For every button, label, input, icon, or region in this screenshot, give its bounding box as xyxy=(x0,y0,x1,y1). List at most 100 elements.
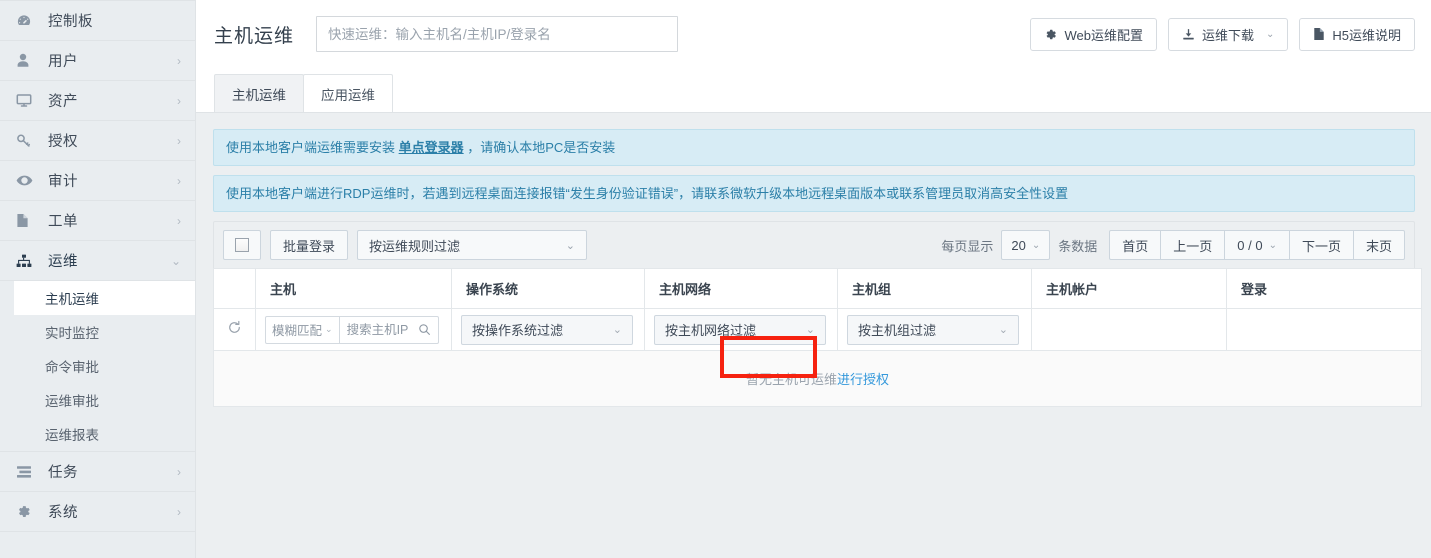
alert-sso-installer: 使用本地客户端运维需要安装 单点登录器 ，请确认本地PC是否安装 xyxy=(213,129,1415,166)
first-page-button[interactable]: 首页 xyxy=(1109,230,1162,260)
sso-installer-link[interactable]: 单点登录器 xyxy=(399,140,464,155)
network-filter-cell: 按主机网络过滤 ⌄ xyxy=(644,308,838,351)
eye-icon xyxy=(16,174,38,187)
sidebar-item-label: 任务 xyxy=(48,465,78,481)
sidebar-item-label: 工单 xyxy=(48,214,78,230)
chevron-down-icon: ⌄ xyxy=(612,324,622,336)
next-page-button[interactable]: 下一页 xyxy=(1288,230,1354,260)
tasks-icon xyxy=(16,465,38,479)
document-icon xyxy=(16,213,38,228)
match-mode-select[interactable]: 模糊匹配 ⌄ xyxy=(266,316,340,343)
dashboard-icon xyxy=(16,13,38,29)
button-label: 末页 xyxy=(1365,238,1392,254)
column-header-account: 主机帐户 xyxy=(1031,268,1227,309)
sidebar-subitem-ops-report[interactable]: 运维报表 xyxy=(0,417,195,451)
sidebar-submenu-operations: 主机运维 实时监控 命令审批 运维审批 运维报表 xyxy=(0,281,195,452)
tab-app-ops[interactable]: 应用运维 xyxy=(303,74,393,112)
page-size-select[interactable]: 20 ⌄ xyxy=(1001,230,1051,260)
chevron-right-icon: › xyxy=(177,504,181,519)
chevron-right-icon: › xyxy=(177,464,181,479)
empty-state-text: 暂无主机可运维 xyxy=(745,372,837,387)
chevron-right-icon: › xyxy=(177,133,181,148)
sitemap-icon xyxy=(16,254,38,268)
select-all-checkbox[interactable] xyxy=(223,230,261,260)
sidebar-subitem-host-ops[interactable]: 主机运维 xyxy=(14,281,195,315)
ops-download-button[interactable]: 运维下载 ⌄ xyxy=(1167,17,1289,51)
group-filter-select[interactable]: 按主机组过滤 ⌄ xyxy=(847,314,1019,345)
chevron-right-icon: › xyxy=(177,93,181,108)
checkbox-square-icon xyxy=(235,238,249,252)
ops-rule-filter-select[interactable]: 按运维规则过滤 ⌄ xyxy=(357,230,588,260)
tab-label: 应用运维 xyxy=(321,87,375,103)
button-label: H5运维说明 xyxy=(1332,27,1401,43)
sidebar-item-label: 授权 xyxy=(48,134,78,150)
pager-button-group: 首页 上一页 0 / 0 ⌄ 下一页 末页 xyxy=(1109,230,1405,260)
file-icon xyxy=(1313,27,1325,41)
chevron-down-icon: ⌄ xyxy=(170,253,181,268)
page-title: 主机运维 xyxy=(214,25,295,47)
button-label: 批量登录 xyxy=(283,238,336,254)
sidebar: 控制板 用户 › 资产 › 授权 › 审计 › 工单 › 运维 ⌄ 主机运维 实… xyxy=(0,0,196,558)
sidebar-item-operations[interactable]: 运维 ⌄ xyxy=(0,241,195,281)
sidebar-subitem-realtime-monitor[interactable]: 实时监控 xyxy=(0,315,195,349)
host-search-cell: 模糊匹配 ⌄ xyxy=(255,308,452,351)
sidebar-subitem-label: 运维报表 xyxy=(45,428,99,443)
alert-rdp-notice: 使用本地客户端进行RDP运维时，若遇到远程桌面连接报错“发生身份验证错误”，请联… xyxy=(213,175,1415,212)
chevron-right-icon: › xyxy=(177,213,181,228)
page-size-prefix-label: 每页显示 xyxy=(941,238,994,254)
sidebar-item-dashboard[interactable]: 控制板 xyxy=(0,1,195,41)
header-actions: Web运维配置 运维下载 ⌄ H5运维说明 xyxy=(1030,17,1415,51)
gear-icon xyxy=(1044,28,1057,41)
last-page-button[interactable]: 末页 xyxy=(1352,230,1405,260)
main-area: 主机运维 Web运维配置 运维下载 xyxy=(196,0,1431,558)
sidebar-item-label: 系统 xyxy=(48,505,78,521)
sidebar-item-tickets[interactable]: 工单 › xyxy=(0,201,195,241)
sidebar-item-audit[interactable]: 审计 › xyxy=(0,161,195,201)
refresh-icon[interactable] xyxy=(227,320,242,335)
sidebar-item-system[interactable]: 系统 › xyxy=(0,492,195,532)
column-header-group: 主机组 xyxy=(837,268,1032,309)
sidebar-subitem-ops-approval[interactable]: 运维审批 xyxy=(0,383,195,417)
hosts-table: 模糊匹配 ⌄ 按操作系统过滤 xyxy=(213,268,1422,407)
column-header-host: 主机 xyxy=(255,268,452,309)
pagination-controls: 每页显示 20 ⌄ 条数据 首页 上一页 0 / 0 ⌄ 下一页 末页 xyxy=(933,230,1405,260)
sidebar-subitem-label: 实时监控 xyxy=(45,326,99,341)
batch-login-button[interactable]: 批量登录 xyxy=(270,230,349,260)
page-indicator-select[interactable]: 0 / 0 ⌄ xyxy=(1224,230,1290,260)
quick-search-input[interactable] xyxy=(316,16,679,52)
sidebar-subitem-command-approval[interactable]: 命令审批 xyxy=(0,349,195,383)
grant-authorization-link[interactable]: 进行授权 xyxy=(837,372,889,387)
web-ops-config-button[interactable]: Web运维配置 xyxy=(1030,17,1157,51)
key-icon xyxy=(16,133,38,148)
os-filter-select[interactable]: 按操作系统过滤 ⌄ xyxy=(461,314,633,345)
download-icon xyxy=(1182,28,1195,41)
sidebar-subitem-label: 命令审批 xyxy=(45,360,99,375)
alert-text-prefix: 使用本地客户端运维需要安装 xyxy=(226,140,399,155)
alert-text-suffix: ，请确认本地PC是否安装 xyxy=(463,140,616,155)
sidebar-item-label: 审计 xyxy=(48,174,78,190)
table-header-row: 主机 操作系统 主机网络 主机组 主机帐户 登录 xyxy=(213,268,1422,309)
sidebar-item-authorization[interactable]: 授权 › xyxy=(0,121,195,161)
page-header: 主机运维 Web运维配置 运维下载 xyxy=(196,0,1431,68)
select-value: 按操作系统过滤 xyxy=(472,323,564,338)
tab-label: 主机运维 xyxy=(232,87,286,103)
search-icon[interactable] xyxy=(418,317,438,343)
h5-ops-guide-button[interactable]: H5运维说明 xyxy=(1299,17,1415,51)
alert-text: 使用本地客户端进行RDP运维时，若遇到远程桌面连接报错“发生身份验证错误”，请联… xyxy=(226,186,1069,201)
user-icon xyxy=(16,53,38,68)
chevron-down-icon: ⌄ xyxy=(805,324,815,336)
button-label: 下一页 xyxy=(1301,238,1341,254)
refresh-cell xyxy=(213,308,256,351)
sidebar-item-tasks[interactable]: 任务 › xyxy=(0,452,195,492)
prev-page-button[interactable]: 上一页 xyxy=(1160,230,1226,260)
sidebar-item-users[interactable]: 用户 › xyxy=(0,41,195,81)
table-filter-row: 模糊匹配 ⌄ 按操作系统过滤 xyxy=(213,308,1422,351)
page-size-value: 20 xyxy=(1011,237,1026,253)
network-filter-select[interactable]: 按主机网络过滤 ⌄ xyxy=(654,314,826,345)
login-filter-cell xyxy=(1226,308,1422,351)
tab-host-ops[interactable]: 主机运维 xyxy=(214,74,304,112)
column-header-network: 主机网络 xyxy=(644,268,838,309)
host-ip-search-input[interactable] xyxy=(339,316,418,343)
sidebar-item-assets[interactable]: 资产 › xyxy=(0,81,195,121)
chevron-right-icon: › xyxy=(177,53,181,68)
